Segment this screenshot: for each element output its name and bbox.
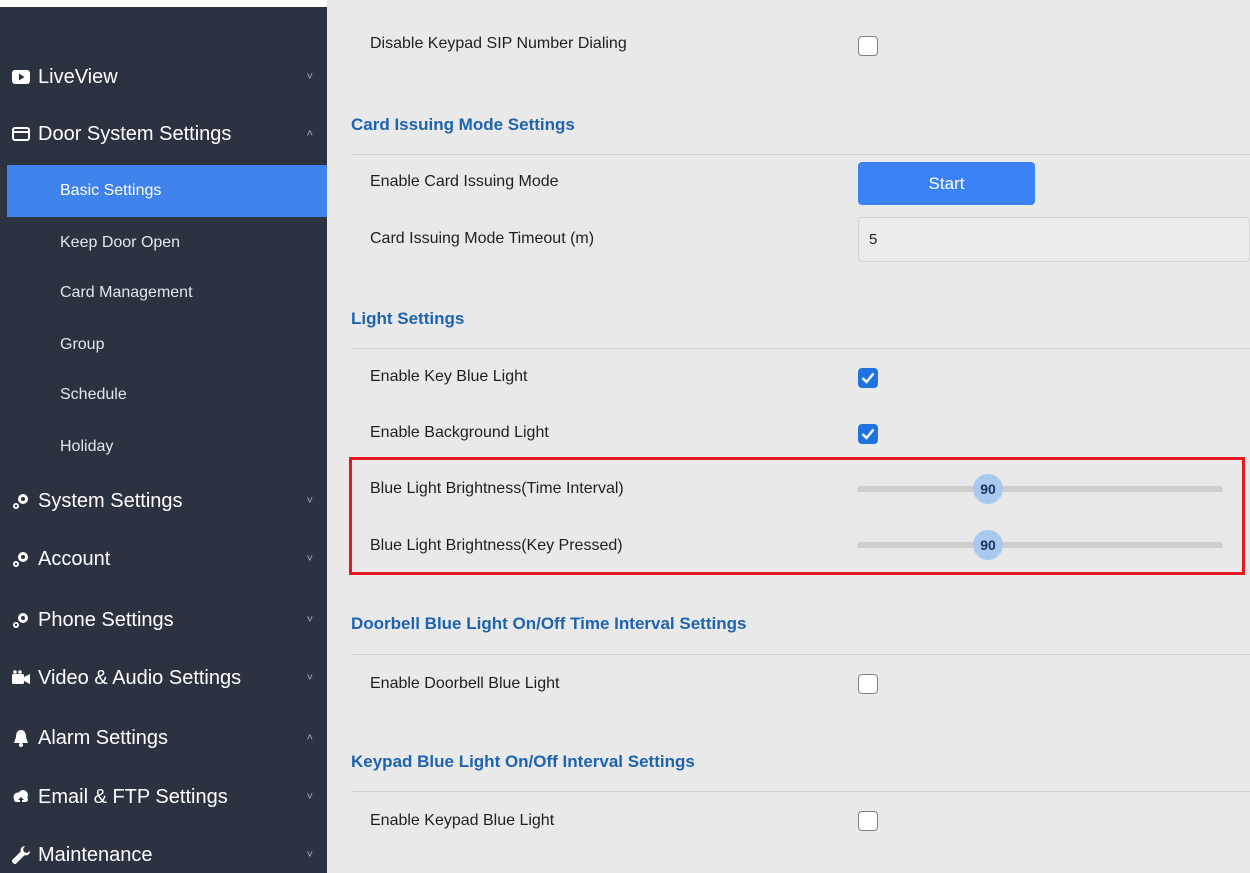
divider	[351, 154, 1250, 155]
camera-icon	[10, 667, 32, 689]
check-icon	[861, 428, 875, 440]
sidebar-top-strip	[0, 0, 327, 7]
nav-item-alarm-settings[interactable]: Alarm Settings ˄	[0, 721, 327, 755]
nav-label: Email & FTP Settings	[38, 785, 228, 808]
nav-label: System Settings	[38, 489, 183, 512]
nav-label: Phone Settings	[38, 608, 174, 631]
chevron-down-icon: ˅	[306, 614, 313, 626]
cloud-icon	[10, 786, 32, 808]
background-light-checkbox[interactable]	[858, 424, 878, 444]
main-content: Disable Keypad SIP Number Dialing Card I…	[327, 0, 1250, 873]
key-blue-light-label: Enable Key Blue Light	[370, 368, 528, 385]
nav-label: Alarm Settings	[38, 726, 169, 749]
chevron-up-icon: ˄	[306, 732, 313, 744]
card-issuing-timeout-input[interactable]: 5	[858, 217, 1250, 262]
nav-item-email-ftp-settings[interactable]: Email & FTP Settings ˅	[0, 780, 327, 814]
nav-item-maintenance[interactable]: Maintenance ˅	[0, 838, 327, 872]
nav-item-system-settings[interactable]: System Settings ˅	[0, 484, 327, 518]
brightness-interval-thumb[interactable]: 90	[973, 474, 1003, 504]
enable-card-issuing-label: Enable Card Issuing Mode	[370, 173, 559, 190]
chevron-down-icon: ˅	[306, 791, 313, 803]
start-button[interactable]: Start	[858, 162, 1035, 205]
chevron-down-icon: ˅	[306, 672, 313, 684]
nav-item-door-system-settings[interactable]: Door System Settings ˄	[0, 117, 327, 151]
sidebar-item-schedule[interactable]: Schedule	[7, 369, 327, 421]
brightness-key-thumb[interactable]: 90	[973, 530, 1003, 560]
chevron-down-icon: ˅	[306, 495, 313, 507]
nav-label: LiveView	[38, 65, 118, 88]
divider	[351, 654, 1250, 655]
gears-icon	[10, 490, 32, 512]
keypad-blue-light-checkbox[interactable]	[858, 811, 878, 831]
door-card-icon	[10, 123, 32, 145]
card-issuing-timeout-label: Card Issuing Mode Timeout (m)	[370, 230, 595, 247]
keypad-sip-label: Disable Keypad SIP Number Dialing	[370, 35, 627, 52]
doorbell-blue-light-checkbox[interactable]	[858, 674, 878, 694]
chevron-down-icon: ˅	[306, 849, 313, 861]
brightness-interval-label: Blue Light Brightness(Time Interval)	[370, 480, 624, 497]
check-icon	[861, 372, 875, 384]
nav-label: Video & Audio Settings	[38, 666, 242, 689]
highlight-box	[349, 457, 1245, 575]
sidebar-item-basic-settings[interactable]: Basic Settings	[7, 165, 327, 217]
sidebar-item-card-management[interactable]: Card Management	[7, 267, 327, 319]
video-play-icon	[10, 66, 32, 88]
nav-label: Account	[38, 547, 111, 570]
nav-label: Maintenance	[38, 843, 153, 866]
nav-label: Door System Settings	[38, 122, 232, 145]
bell-icon	[10, 727, 32, 749]
nav-item-video-audio-settings[interactable]: Video & Audio Settings ˅	[0, 661, 327, 695]
chevron-down-icon: ˅	[306, 71, 313, 83]
section-title-doorbell: Doorbell Blue Light On/Off Time Interval…	[351, 614, 747, 633]
brightness-key-slider[interactable]	[857, 542, 1223, 548]
background-light-label: Enable Background Light	[370, 424, 549, 441]
sidebar-item-group[interactable]: Group	[7, 319, 327, 371]
sidebar-item-holiday[interactable]: Holiday	[7, 421, 327, 473]
divider	[351, 348, 1250, 349]
key-blue-light-checkbox[interactable]	[858, 368, 878, 388]
gears-icon	[10, 548, 32, 570]
keypad-sip-checkbox[interactable]	[858, 36, 878, 56]
sidebar-item-keep-door-open[interactable]: Keep Door Open	[7, 217, 327, 269]
divider	[351, 791, 1250, 792]
keypad-blue-light-label: Enable Keypad Blue Light	[370, 812, 555, 829]
section-title-light: Light Settings	[351, 309, 465, 328]
brightness-interval-slider[interactable]	[857, 486, 1223, 492]
nav-item-liveview[interactable]: LiveView ˅	[0, 60, 327, 94]
sidebar: LiveView ˅ Door System Settings ˄ Basic …	[0, 0, 327, 873]
brightness-key-label: Blue Light Brightness(Key Pressed)	[370, 537, 623, 554]
gears-icon	[10, 609, 32, 631]
nav-item-account[interactable]: Account ˅	[0, 542, 327, 576]
nav-item-phone-settings[interactable]: Phone Settings ˅	[0, 603, 327, 637]
wrench-icon	[10, 844, 32, 866]
doorbell-blue-light-label: Enable Doorbell Blue Light	[370, 675, 560, 692]
section-title-keypad: Keypad Blue Light On/Off Interval Settin…	[351, 752, 695, 771]
chevron-up-icon: ˄	[306, 128, 313, 140]
section-title-card-issuing: Card Issuing Mode Settings	[351, 115, 575, 134]
chevron-down-icon: ˅	[306, 553, 313, 565]
